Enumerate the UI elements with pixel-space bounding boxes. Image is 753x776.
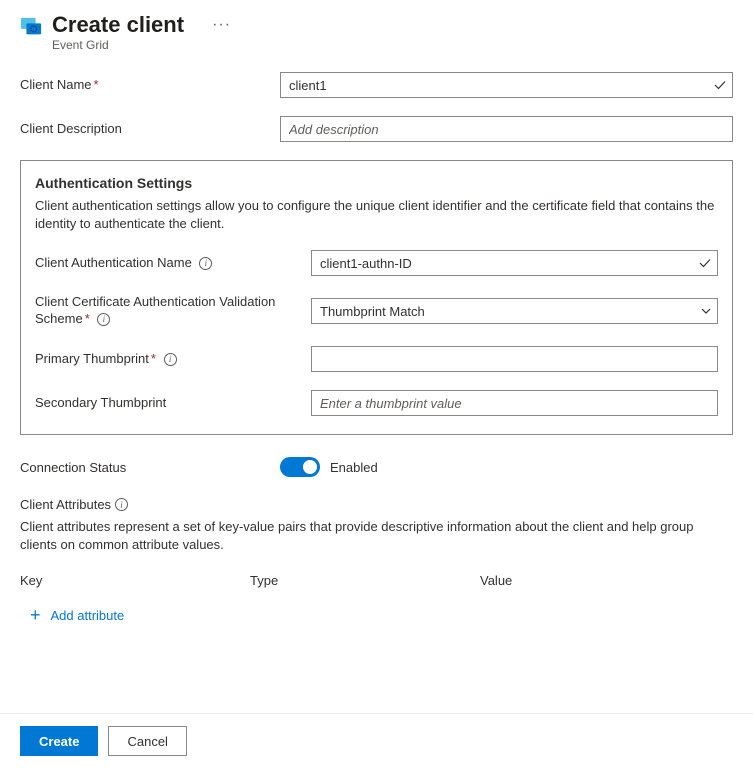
primary-thumbprint-input[interactable] — [311, 346, 718, 372]
secondary-thumbprint-row: Secondary Thumbprint — [35, 390, 718, 416]
client-attributes-label-row: Client Attributes i — [20, 497, 733, 512]
connection-status-label: Connection Status — [20, 460, 126, 475]
connection-status-row: Connection Status Enabled — [20, 457, 733, 477]
auth-name-label: Client Authentication Name — [35, 255, 192, 270]
validation-scheme-label: Client Certificate Authentication Valida… — [35, 294, 275, 326]
auth-panel-description: Client authentication settings allow you… — [35, 197, 718, 232]
auth-name-input[interactable] — [311, 250, 718, 276]
client-attributes-label: Client Attributes — [20, 497, 111, 512]
client-description-row: Client Description — [20, 116, 733, 142]
info-icon[interactable]: i — [164, 353, 177, 366]
info-icon[interactable]: i — [115, 498, 128, 511]
add-attribute-label: Add attribute — [51, 608, 125, 623]
create-button[interactable]: Create — [20, 726, 98, 756]
attr-col-type: Type — [250, 573, 480, 588]
primary-thumbprint-row: Primary Thumbprint* i — [35, 346, 718, 372]
info-icon[interactable]: i — [97, 313, 110, 326]
client-description-label: Client Description — [20, 121, 122, 136]
auth-name-row: Client Authentication Name i — [35, 250, 718, 276]
page-title: Create client — [52, 12, 184, 38]
required-indicator: * — [94, 77, 99, 92]
plus-icon: + — [30, 606, 41, 624]
client-attributes-description: Client attributes represent a set of key… — [20, 518, 733, 553]
add-attribute-button[interactable]: + Add attribute — [20, 606, 124, 624]
page-header: Create client Event Grid ··· — [0, 0, 753, 58]
required-indicator: * — [85, 311, 90, 326]
secondary-thumbprint-label: Secondary Thumbprint — [35, 395, 166, 410]
footer-divider — [0, 713, 753, 714]
client-name-row: Client Name* — [20, 72, 733, 98]
cancel-button[interactable]: Cancel — [108, 726, 186, 756]
footer: Create Cancel — [20, 726, 187, 756]
page-subtitle: Event Grid — [52, 38, 184, 52]
attr-col-key: Key — [20, 573, 250, 588]
primary-thumbprint-label: Primary Thumbprint — [35, 351, 149, 366]
info-icon[interactable]: i — [199, 257, 212, 270]
validation-scheme-row: Client Certificate Authentication Valida… — [35, 294, 718, 328]
required-indicator: * — [151, 351, 156, 366]
auth-panel-heading: Authentication Settings — [35, 175, 718, 191]
client-description-input[interactable] — [280, 116, 733, 142]
authentication-settings-panel: Authentication Settings Client authentic… — [20, 160, 733, 435]
client-name-input[interactable] — [280, 72, 733, 98]
secondary-thumbprint-input[interactable] — [311, 390, 718, 416]
event-grid-icon — [20, 16, 42, 38]
connection-status-state: Enabled — [330, 460, 378, 475]
connection-status-toggle[interactable] — [280, 457, 320, 477]
client-name-label: Client Name — [20, 77, 92, 92]
attributes-table-header: Key Type Value — [20, 573, 733, 588]
validation-scheme-select[interactable] — [311, 298, 718, 324]
more-icon[interactable]: ··· — [212, 16, 231, 34]
attr-col-value: Value — [480, 573, 733, 588]
